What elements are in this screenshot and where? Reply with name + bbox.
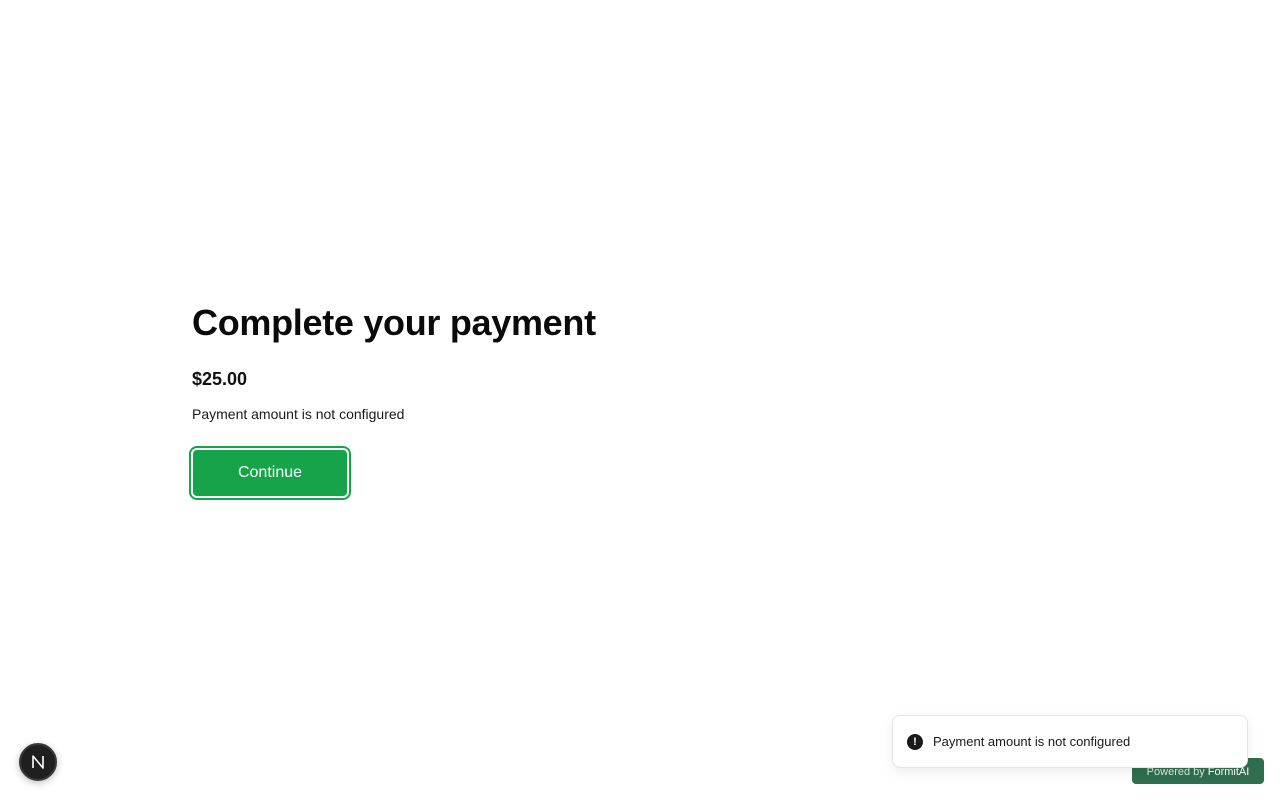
continue-button[interactable]: Continue [189,446,351,500]
toast-message: Payment amount is not configured [933,734,1131,749]
payment-amount: $25.00 [192,369,248,389]
page-title: Complete your payment [192,302,596,343]
alert-circle-icon: ! [907,733,923,750]
payment-page: Complete your payment $25.00 Payment amo… [0,0,1280,800]
nextjs-logo-icon [29,753,47,771]
payment-error-message: Payment amount is not configured [192,406,405,422]
error-toast: ! Payment amount is not configured [892,715,1248,768]
nextjs-dev-badge[interactable] [19,743,57,781]
payment-panel: Complete your payment $25.00 Payment amo… [189,302,792,500]
